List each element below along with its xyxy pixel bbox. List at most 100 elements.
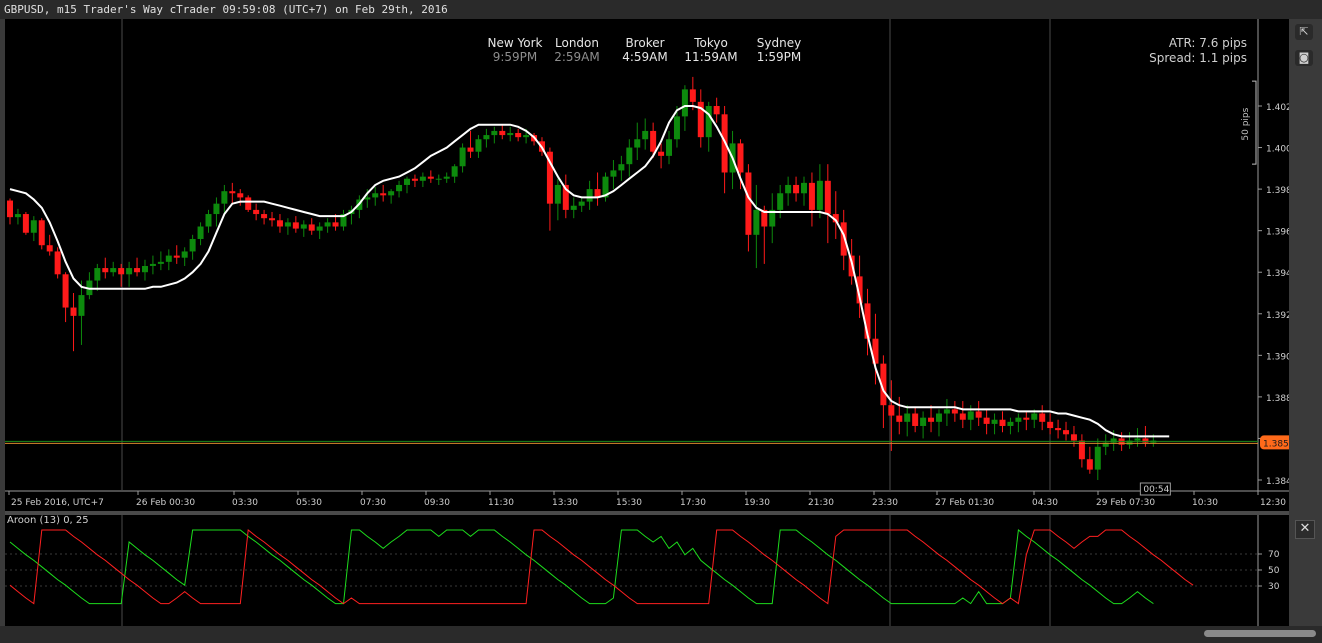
candle-body	[237, 193, 244, 198]
candle-body	[316, 226, 323, 231]
candle-body	[554, 184, 561, 204]
x-tick-label: 03:30	[232, 498, 258, 508]
indicator-tick-label: 70	[1268, 550, 1280, 560]
candle-body	[515, 133, 522, 138]
x-tick-label: 29 Feb 07:30	[1096, 498, 1155, 508]
x-tick-label: 05:30	[296, 498, 322, 508]
candle-body	[801, 182, 807, 194]
session-name: Tokyo	[694, 36, 728, 50]
indicator-tick-label: 30	[1268, 582, 1280, 592]
aroon-indicator-panel[interactable]: 70 50 30	[5, 515, 1289, 626]
session-london: London 2:59AM	[542, 36, 612, 64]
candle-body	[261, 214, 268, 219]
candle-body	[110, 268, 117, 273]
session-sydney: Sydney 1:59PM	[744, 36, 814, 64]
session-time: 2:59AM	[554, 50, 600, 64]
candle-body	[904, 413, 911, 422]
candle-body	[928, 417, 935, 422]
close-icon[interactable]: ✕	[1295, 520, 1315, 539]
candle-body	[70, 307, 77, 316]
candle-body	[475, 139, 482, 152]
candle-body	[94, 268, 101, 281]
candle-body	[221, 191, 228, 204]
bottom-scrollbar[interactable]	[0, 626, 1322, 643]
candle-body	[149, 263, 156, 266]
candle-body	[1007, 421, 1014, 426]
candle-body	[912, 413, 919, 426]
candle-body	[380, 193, 387, 196]
y-tick-label: 1.39200	[1266, 311, 1289, 321]
candle-body	[745, 172, 752, 235]
session-time: 4:59AM	[622, 50, 668, 64]
x-tick-label: 13:30	[552, 498, 578, 508]
aroon-indicator-svg: 70 50 30	[5, 515, 1280, 626]
camera-icon[interactable]: ◙	[1295, 50, 1313, 66]
x-tick-label: 12:30	[1260, 498, 1286, 508]
candle-body	[634, 139, 641, 148]
session-name: Broker	[625, 36, 665, 50]
candle-body	[1031, 413, 1038, 420]
candle-body	[308, 224, 315, 231]
x-tick-label: 26 Feb 00:30	[136, 498, 195, 508]
y-tick-label: 1.38400	[1266, 477, 1289, 487]
candle-body	[1063, 430, 1070, 435]
candle-body	[54, 251, 61, 275]
candle-body	[118, 268, 125, 275]
title-bar: GBPUSD, m15 Trader's Way cTrader 09:59:0…	[0, 0, 1322, 19]
candle-body	[364, 197, 371, 200]
y-tick-label: 1.39800	[1266, 186, 1289, 196]
candle-body	[673, 116, 680, 140]
session-time: 9:59PM	[492, 50, 538, 64]
candle-body	[126, 268, 133, 275]
candle-body	[666, 139, 673, 156]
candle-body	[705, 106, 712, 138]
candle-body	[793, 184, 800, 194]
candle-body	[173, 255, 180, 258]
candle-body	[808, 182, 815, 210]
candle-body	[681, 89, 688, 117]
price-chart-svg: 1.40200 1.40000 1.39800 1.39600 1.39400 1.392…	[5, 19, 1289, 508]
candle-body	[134, 268, 141, 273]
x-tick-label: 11:30	[488, 498, 514, 508]
candle-body	[737, 143, 744, 173]
candle-body	[935, 413, 942, 422]
candle-body	[824, 180, 831, 215]
candle-body	[888, 405, 895, 416]
candle-body	[1047, 421, 1054, 429]
x-tick-label: 10:30	[1192, 498, 1218, 508]
current-price-label: 1.38581	[1263, 439, 1289, 449]
candle-body	[1094, 446, 1101, 470]
candle-body	[141, 265, 148, 273]
x-tick-label: 17:30	[680, 498, 706, 508]
candle-body	[332, 222, 339, 227]
expand-icon[interactable]: ⇱	[1295, 24, 1313, 40]
candle-body	[284, 222, 291, 227]
candle-body	[658, 151, 665, 156]
scrollbar-thumb[interactable]	[1204, 630, 1316, 637]
candle-body	[46, 245, 53, 252]
candle-body	[578, 201, 585, 206]
y-tick-label: 1.40200	[1266, 103, 1289, 113]
atr-spread-panel: ATR: 7.6 pips Spread: 1.1 pips	[1149, 36, 1247, 66]
candle-body	[205, 214, 212, 227]
candle-body	[1055, 428, 1062, 431]
candle-body	[816, 180, 823, 210]
candle-body	[276, 220, 283, 227]
candle-body	[570, 205, 577, 210]
candle-body	[467, 147, 474, 152]
y-tick-label: 1.40000	[1266, 145, 1289, 155]
y-tick-label: 1.39400	[1266, 269, 1289, 279]
candle-body	[777, 193, 784, 210]
candle-body	[618, 164, 625, 171]
candle-body	[181, 251, 188, 258]
candle-body	[189, 238, 196, 252]
candle-body	[1134, 438, 1141, 441]
candle-body	[483, 135, 490, 140]
candle-body	[499, 130, 506, 136]
candle-body	[459, 147, 466, 167]
session-new-york: New York 9:59PM	[480, 36, 550, 64]
price-chart[interactable]: 1.40200 1.40000 1.39800 1.39600 1.39400 1.392…	[5, 19, 1289, 511]
candle-body	[586, 189, 593, 202]
candle-body	[1086, 459, 1093, 470]
session-tokyo: Tokyo 11:59AM	[676, 36, 746, 64]
